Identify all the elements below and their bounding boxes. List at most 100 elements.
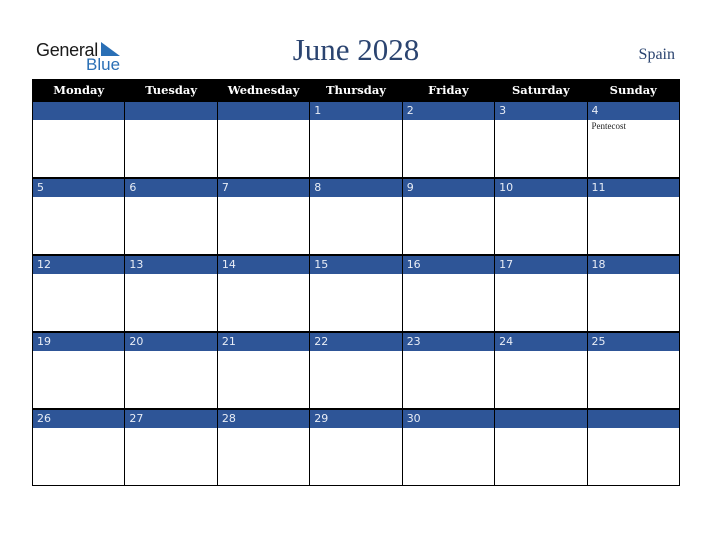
day-cell[interactable]: 26 [31, 409, 126, 486]
day-cell[interactable]: 18 [586, 255, 681, 332]
day-cell[interactable]: 20 [124, 332, 218, 409]
day-number: 5 [33, 178, 125, 197]
day-number: 30 [402, 409, 495, 428]
day-cell[interactable]: 15 [309, 255, 403, 332]
day-cell[interactable]: 24 [494, 332, 588, 409]
day-cell[interactable]: 2 [401, 101, 496, 178]
day-number: 19 [33, 332, 125, 351]
day-event [310, 120, 402, 178]
day-number [495, 409, 587, 428]
day-event [125, 120, 217, 178]
day-event [310, 274, 402, 332]
day-number [217, 101, 310, 120]
day-event [125, 351, 217, 409]
day-cell[interactable]: 29 [309, 409, 403, 486]
day-cell[interactable]: 21 [216, 332, 311, 409]
day-cell[interactable]: 5 [31, 178, 126, 255]
day-event [217, 197, 310, 255]
day-number: 27 [125, 409, 217, 428]
day-event [402, 274, 495, 332]
day-cell[interactable]: 3 [494, 101, 588, 178]
day-number: 11 [587, 178, 679, 197]
weekday-header-tuesday: Tuesday [124, 79, 218, 101]
day-cell[interactable]: 12 [31, 255, 126, 332]
day-event [125, 274, 217, 332]
day-event [217, 120, 310, 178]
day-number: 18 [587, 255, 679, 274]
day-number: 7 [217, 178, 310, 197]
weekday-header-row: Monday Tuesday Wednesday Thursday Friday… [31, 79, 681, 101]
week-row: 5 6 7 8 9 10 11 [31, 178, 681, 255]
day-cell[interactable]: 19 [31, 332, 126, 409]
day-number: 9 [402, 178, 495, 197]
day-number: 22 [310, 332, 402, 351]
day-event [587, 197, 679, 255]
day-cell[interactable]: 17 [494, 255, 588, 332]
day-cell[interactable]: 28 [216, 409, 311, 486]
day-cell[interactable]: 30 [401, 409, 496, 486]
weekday-header-saturday: Saturday [494, 79, 588, 101]
day-event [495, 428, 587, 486]
day-cell[interactable]: 9 [401, 178, 496, 255]
day-cell[interactable]: 7 [216, 178, 311, 255]
day-event [310, 351, 402, 409]
day-number: 16 [402, 255, 495, 274]
day-event [495, 120, 587, 178]
week-row: 12 13 14 15 16 17 18 [31, 255, 681, 332]
day-cell[interactable]: 4 Pentecost [586, 101, 681, 178]
day-event [217, 351, 310, 409]
day-event [402, 428, 495, 486]
day-cell[interactable]: 6 [124, 178, 218, 255]
day-number: 15 [310, 255, 402, 274]
day-cell[interactable]: 13 [124, 255, 218, 332]
calendar-title: June 2028 [292, 32, 420, 67]
week-row: 19 20 21 22 23 24 25 [31, 332, 681, 409]
weekday-header-thursday: Thursday [309, 79, 403, 101]
day-number: 10 [495, 178, 587, 197]
day-cell[interactable]: 25 [586, 332, 681, 409]
day-event [217, 274, 310, 332]
day-cell[interactable]: 14 [216, 255, 311, 332]
day-cell[interactable]: 22 [309, 332, 403, 409]
day-number: 3 [495, 101, 587, 120]
day-cell[interactable] [124, 101, 218, 178]
day-number: 12 [33, 255, 125, 274]
calendar-grid: Monday Tuesday Wednesday Thursday Friday… [31, 79, 681, 486]
day-cell[interactable] [494, 409, 588, 486]
day-cell[interactable]: 27 [124, 409, 218, 486]
day-number: 17 [495, 255, 587, 274]
day-cell[interactable]: 1 [309, 101, 403, 178]
country-label: Spain [638, 46, 675, 63]
week-row: 26 27 28 29 30 [31, 409, 681, 486]
day-number: 28 [217, 409, 310, 428]
day-cell[interactable]: 11 [586, 178, 681, 255]
day-event: Pentecost [587, 120, 679, 178]
day-event [310, 428, 402, 486]
day-cell[interactable]: 16 [401, 255, 496, 332]
day-event [33, 428, 125, 486]
day-number: 21 [217, 332, 310, 351]
day-event [587, 274, 679, 332]
day-event [33, 274, 125, 332]
day-cell[interactable] [216, 101, 311, 178]
day-cell[interactable] [31, 101, 126, 178]
day-cell[interactable]: 23 [401, 332, 496, 409]
day-number: 25 [587, 332, 679, 351]
day-cell[interactable]: 8 [309, 178, 403, 255]
day-number: 4 [587, 101, 679, 120]
day-cell[interactable]: 10 [494, 178, 588, 255]
day-event [402, 120, 495, 178]
weekday-header-wednesday: Wednesday [216, 79, 311, 101]
day-number: 1 [310, 101, 402, 120]
day-event [587, 428, 679, 486]
day-number: 23 [402, 332, 495, 351]
day-number: 20 [125, 332, 217, 351]
day-event [33, 351, 125, 409]
week-row: 1 2 3 4 Pentecost [31, 101, 681, 178]
weekday-header-sunday: Sunday [586, 79, 681, 101]
day-number: 29 [310, 409, 402, 428]
day-number: 26 [33, 409, 125, 428]
day-cell[interactable] [586, 409, 681, 486]
day-event [125, 428, 217, 486]
day-number [125, 101, 217, 120]
